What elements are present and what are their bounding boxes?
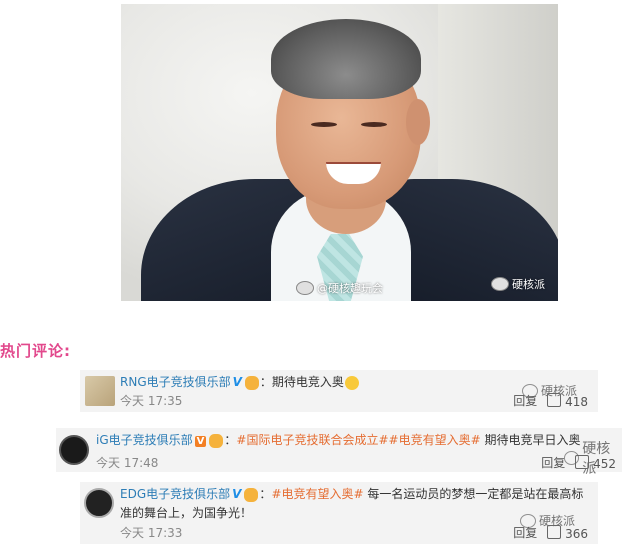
like-button[interactable]: 418 <box>547 392 588 409</box>
hashtag-link[interactable]: #电竞有望入奥# <box>271 487 363 501</box>
like-count: 452 <box>593 457 616 471</box>
hero-photo: @硬核趣玩会 硬核派 <box>121 4 558 301</box>
like-button[interactable]: 452 <box>575 454 616 471</box>
author-name[interactable]: EDG电子竞技俱乐部 <box>120 487 230 501</box>
comment-card-edg: EDG电子竞技俱乐部 V ：#电竞有望入奥# 每一名运动员的梦想一定都是站在最高标 … <box>80 482 598 544</box>
author-name[interactable]: RNG电子竞技俱乐部 <box>120 375 231 389</box>
clap-emoji-icon <box>209 433 224 448</box>
comment-time: 今天 17:33 <box>120 526 183 540</box>
reply-button[interactable]: 回复 <box>513 392 537 409</box>
ig-avatar[interactable] <box>59 435 89 465</box>
comment-text: 每一名运动员的梦想一定都是站在最高标 <box>363 487 584 501</box>
comment-card-rng: RNG电子竞技俱乐部 V ：期待电竞入奥 今天 17:35 硬核派 回复 418 <box>80 370 598 412</box>
comment-text: ：期待电竞入奥 <box>259 375 344 389</box>
comment-line: EDG电子竞技俱乐部 V ：#电竞有望入奥# 每一名运动员的梦想一定都是站在最高标 <box>120 487 584 502</box>
reply-button[interactable]: 回复 <box>541 454 565 471</box>
thumbs-up-icon <box>547 393 562 407</box>
author-name[interactable]: iG电子竞技俱乐部 <box>96 433 193 447</box>
comment-line: RNG电子竞技俱乐部 V ：期待电竞入奥 <box>120 373 360 390</box>
thumbs-up-icon <box>575 455 590 469</box>
hot-comments-title: 热门评论: <box>0 342 71 360</box>
edg-avatar[interactable] <box>84 488 114 518</box>
like-count: 366 <box>565 527 588 541</box>
clap-emoji-icon <box>244 375 259 390</box>
comment-actions: 回复 452 <box>541 454 616 471</box>
eye-right <box>361 122 387 127</box>
hair <box>271 19 421 99</box>
comment-text-continued: 准的舞台上，为国争光！ <box>120 506 253 520</box>
like-count: 418 <box>565 395 588 409</box>
rng-avatar[interactable] <box>85 376 115 406</box>
reply-button[interactable]: 回复 <box>513 524 537 541</box>
comment-time: 今天 17:48 <box>96 456 159 470</box>
eye-left <box>311 122 337 127</box>
verified-badge: V <box>232 487 242 501</box>
comment-actions: 回复 418 <box>513 392 588 409</box>
hashtag-link[interactable]: #国际电子竞技联合会成立# <box>236 433 388 447</box>
wechat-icon <box>491 277 509 291</box>
like-button[interactable]: 366 <box>547 524 588 541</box>
photo-watermark-right: 硬核派 <box>491 276 545 292</box>
verified-badge: V <box>232 375 242 389</box>
comment-line: iG电子竞技俱乐部 V ：#国际电子竞技联合会成立##电竞有望入奥# 期待电竞早日入… <box>96 433 581 448</box>
hashtag-link[interactable]: #电竞有望入奥# <box>389 433 481 447</box>
comment-time: 今天 17:35 <box>120 394 183 408</box>
verified-badge: V <box>194 436 207 447</box>
comment-card-ig: iG电子竞技俱乐部 V ：#国际电子竞技联合会成立##电竞有望入奥# 期待电竞早日入… <box>56 428 622 477</box>
clap-emoji-icon <box>244 487 259 502</box>
photo-watermark-left: @硬核趣玩会 <box>296 280 383 296</box>
grin-emoji-icon <box>344 375 359 390</box>
weibo-icon <box>296 281 314 295</box>
ear <box>406 99 430 145</box>
comment-actions: 回复 366 <box>513 524 588 541</box>
thumbs-up-icon <box>547 525 562 539</box>
